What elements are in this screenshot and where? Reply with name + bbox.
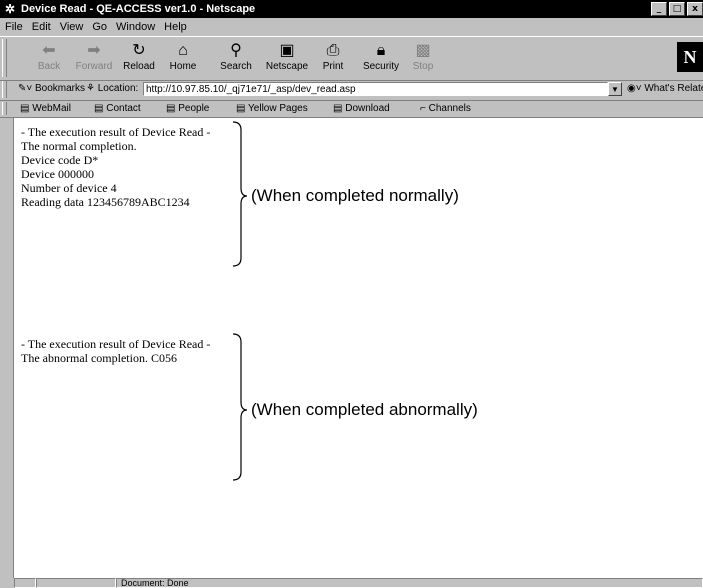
normal-callout: (When completed normally) (251, 186, 459, 205)
download-label: Download (345, 103, 390, 114)
normal-brace (232, 121, 248, 267)
personal-grip[interactable] (2, 102, 7, 115)
url-dropdown-button[interactable]: ▼ (608, 82, 622, 96)
reload-button[interactable]: ↻ Reload (114, 41, 164, 77)
abnormal-brace (232, 333, 248, 481)
webmail-link[interactable]: ▤ WebMail (20, 103, 71, 114)
netscape-logo[interactable]: N (677, 42, 703, 72)
home-icon: ⌂ (178, 42, 188, 59)
toolbar-grip[interactable] (2, 39, 7, 77)
location-grip[interactable] (2, 81, 7, 98)
reload-icon: ↻ (132, 42, 146, 59)
channels-link[interactable]: ⌐ Channels (420, 103, 471, 114)
bookmarks-label: Bookmarks (35, 83, 86, 94)
contact-label: Contact (106, 103, 141, 114)
maximize-button[interactable]: □ (669, 2, 685, 16)
chevron-down-icon: ▼ (611, 85, 619, 94)
print-icon: ⎙ (326, 42, 340, 59)
yellow-pages-link[interactable]: ▤ Yellow Pages (236, 103, 308, 114)
reload-label: Reload (123, 61, 155, 72)
menu-edit[interactable]: Edit (32, 21, 51, 33)
menu-window[interactable]: Window (116, 21, 155, 33)
netscape-icon: ▣ (279, 42, 295, 59)
contact-link[interactable]: ▤ Contact (94, 103, 141, 114)
back-label: Back (37, 61, 61, 72)
abnormal-callout: (When completed abnormally) (251, 400, 478, 419)
bookmark-page-icon: ▤ (20, 103, 33, 114)
search-icon: ⚲ (230, 42, 242, 59)
bookmarks-icon: ✎˅ (18, 83, 35, 94)
bookmark-page-icon: ▤ (333, 103, 346, 114)
folder-icon: ⌐ (420, 103, 429, 114)
back-button[interactable]: ⬅ Back (24, 41, 74, 77)
download-link[interactable]: ▤ Download (333, 103, 390, 114)
yellow-pages-label: Yellow Pages (248, 103, 308, 114)
close-button[interactable]: x (687, 2, 703, 16)
browser-window: ✲ Device Read - QE-ACCESS ver1.0 - Netsc… (0, 0, 703, 588)
home-button[interactable]: ⌂ Home (158, 41, 208, 77)
netscape-app-icon[interactable]: ✲ (3, 2, 17, 16)
whats-related-label: What's Related (644, 83, 703, 94)
location-bar: ✎˅ Bookmarks ⚘ Location: http://10.97.85… (0, 80, 703, 101)
security-label: Security (362, 61, 400, 72)
progress-meter (36, 578, 116, 588)
print-button[interactable]: ⎙ Print (308, 41, 358, 77)
search-button[interactable]: ⚲ Search (211, 41, 261, 77)
bookmark-page-icon: ▤ (236, 103, 249, 114)
people-link[interactable]: ▤ People (166, 103, 209, 114)
window-controls: _ □ x (649, 2, 703, 16)
related-icon: ◉˅ (627, 83, 645, 94)
forward-button[interactable]: ➡ Forward (69, 41, 119, 77)
menu-bar: File Edit View Go Window Help (0, 18, 703, 36)
people-label: People (178, 103, 210, 114)
forward-arrow-icon: ➡ (87, 42, 101, 59)
print-label: Print (322, 61, 344, 72)
forward-label: Forward (75, 61, 113, 72)
window-title: Device Read - QE-ACCESS ver1.0 - Netscap… (21, 3, 256, 15)
stop-button[interactable]: ▩ Stop (398, 41, 448, 77)
bookmark-page-icon: ▤ (94, 103, 107, 114)
title-bar: ✲ Device Read - QE-ACCESS ver1.0 - Netsc… (0, 0, 703, 18)
location-icon: ⚘ (86, 83, 98, 94)
status-bar: Document: Done (0, 578, 703, 588)
menu-help[interactable]: Help (164, 21, 187, 33)
channels-label: Channels (428, 103, 471, 114)
netscape-label: Netscape (265, 61, 309, 72)
home-label: Home (169, 61, 197, 72)
menu-file[interactable]: File (5, 21, 23, 33)
location-label: Location: (97, 83, 139, 94)
bookmark-page-icon: ▤ (166, 103, 179, 114)
whats-related-button[interactable]: ◉˅ What's Related (627, 83, 703, 94)
location-label-wrap: ⚘ Location: (86, 83, 138, 94)
bookmarks-button[interactable]: ✎˅ Bookmarks (18, 83, 85, 94)
search-label: Search (220, 61, 252, 72)
page-content: - The execution result of Device Read - … (13, 118, 703, 578)
navigation-toolbar: ⬅ Back ➡ Forward ↻ Reload ⌂ Home ⚲ Searc… (0, 36, 703, 81)
back-arrow-icon: ⬅ (42, 42, 56, 59)
netscape-button[interactable]: ▣ Netscape (262, 41, 312, 77)
webmail-label: WebMail (32, 103, 71, 114)
security-status-icon[interactable] (14, 578, 36, 588)
menu-go[interactable]: Go (92, 21, 107, 33)
status-text: Document: Done (116, 578, 703, 588)
stop-label: Stop (412, 61, 434, 72)
menu-view[interactable]: View (60, 21, 84, 33)
stop-icon: ▩ (415, 42, 431, 59)
url-input[interactable]: http://10.97.85.10/_qj71e71/_asp/dev_rea… (143, 82, 608, 96)
personal-toolbar: ▤ WebMail ▤ Contact ▤ People ▤ Yellow Pa… (0, 101, 703, 118)
minimize-button[interactable]: _ (651, 2, 667, 16)
